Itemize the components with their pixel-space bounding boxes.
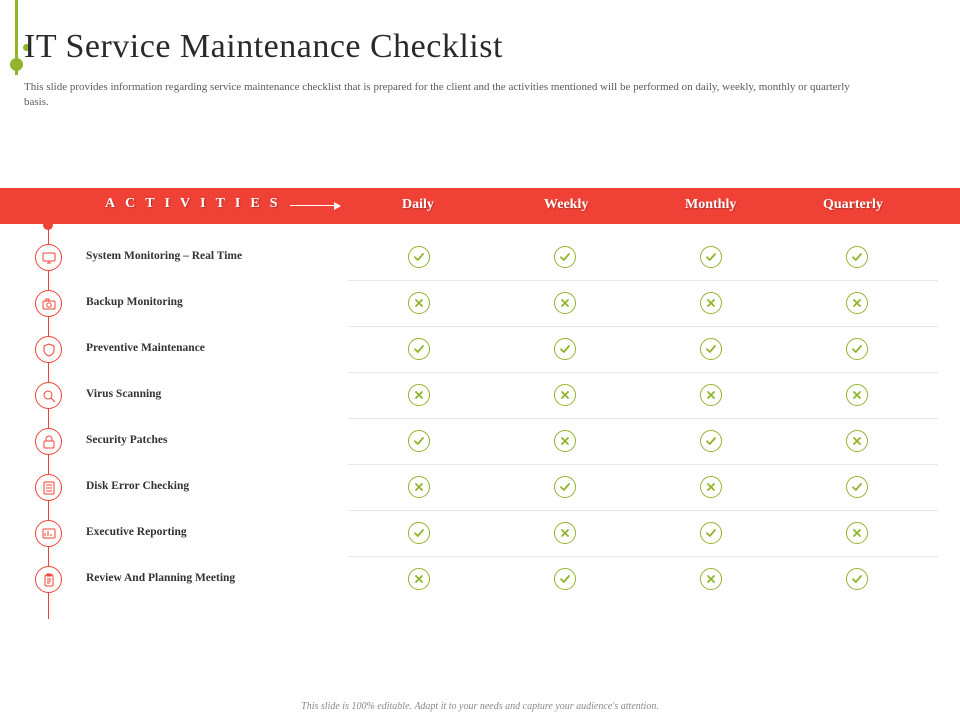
table-row: Executive Reporting <box>0 510 960 556</box>
monitor-icon <box>35 244 62 271</box>
table-row: Backup Monitoring <box>0 280 960 326</box>
activity-label: Review And Planning Meeting <box>86 572 235 584</box>
table-row: System Monitoring – Real Time <box>0 234 960 280</box>
cross-icon <box>554 522 576 544</box>
cross-icon <box>408 384 430 406</box>
rows-container: System Monitoring – Real Time Backup Moni… <box>0 234 960 602</box>
column-header-quarterly: Quarterly <box>823 197 883 213</box>
check-icon <box>846 476 868 498</box>
row-divider <box>348 326 938 327</box>
activity-label: Backup Monitoring <box>86 296 183 308</box>
table-row: Security Patches <box>0 418 960 464</box>
activity-label: Virus Scanning <box>86 388 161 400</box>
row-divider <box>348 280 938 281</box>
cross-icon <box>846 384 868 406</box>
activity-label: Security Patches <box>86 434 167 446</box>
check-icon <box>700 430 722 452</box>
header-arrow-icon <box>290 205 340 206</box>
row-divider <box>348 510 938 511</box>
cross-icon <box>700 384 722 406</box>
cross-icon <box>554 430 576 452</box>
column-header-daily: Daily <box>402 197 434 213</box>
row-divider <box>348 372 938 373</box>
activity-label: System Monitoring – Real Time <box>86 250 242 262</box>
check-icon <box>700 338 722 360</box>
cross-icon <box>700 476 722 498</box>
page-title: IT Service Maintenance Checklist <box>24 28 503 66</box>
shield-icon <box>35 336 62 363</box>
column-header-weekly: Weekly <box>544 197 588 213</box>
table-row: Review And Planning Meeting <box>0 556 960 602</box>
activity-label: Disk Error Checking <box>86 480 189 492</box>
check-icon <box>554 338 576 360</box>
lock-icon <box>35 428 62 455</box>
cross-icon <box>846 430 868 452</box>
page-subtitle: This slide provides information regardin… <box>24 80 864 110</box>
check-icon <box>408 338 430 360</box>
timeline-top-dot-icon <box>43 220 53 230</box>
check-icon <box>554 476 576 498</box>
activity-label: Executive Reporting <box>86 526 187 538</box>
cross-icon <box>554 292 576 314</box>
accent-dot-large <box>10 58 23 71</box>
slide: IT Service Maintenance Checklist This sl… <box>0 0 960 720</box>
check-icon <box>408 246 430 268</box>
check-icon <box>554 568 576 590</box>
cross-icon <box>408 476 430 498</box>
search-icon <box>35 382 62 409</box>
check-icon <box>408 522 430 544</box>
cross-icon <box>846 522 868 544</box>
check-icon <box>700 522 722 544</box>
disk-icon <box>35 474 62 501</box>
cross-icon <box>846 292 868 314</box>
footer-note: This slide is 100% editable. Adapt it to… <box>0 701 960 712</box>
check-icon <box>846 338 868 360</box>
clipboard-icon <box>35 566 62 593</box>
row-divider <box>348 556 938 557</box>
cross-icon <box>408 292 430 314</box>
check-icon <box>554 246 576 268</box>
row-divider <box>348 464 938 465</box>
cross-icon <box>700 292 722 314</box>
row-divider <box>348 418 938 419</box>
check-icon <box>846 568 868 590</box>
report-icon <box>35 520 62 547</box>
column-header-monthly: Monthly <box>685 197 736 213</box>
table-row: Virus Scanning <box>0 372 960 418</box>
table-row: Disk Error Checking <box>0 464 960 510</box>
activity-label: Preventive Maintenance <box>86 342 205 354</box>
check-icon <box>408 430 430 452</box>
camera-icon <box>35 290 62 317</box>
check-icon <box>700 246 722 268</box>
header-activities-label: ACTIVITIES <box>105 196 287 212</box>
table-row: Preventive Maintenance <box>0 326 960 372</box>
cross-icon <box>408 568 430 590</box>
check-icon <box>846 246 868 268</box>
cross-icon <box>700 568 722 590</box>
cross-icon <box>554 384 576 406</box>
